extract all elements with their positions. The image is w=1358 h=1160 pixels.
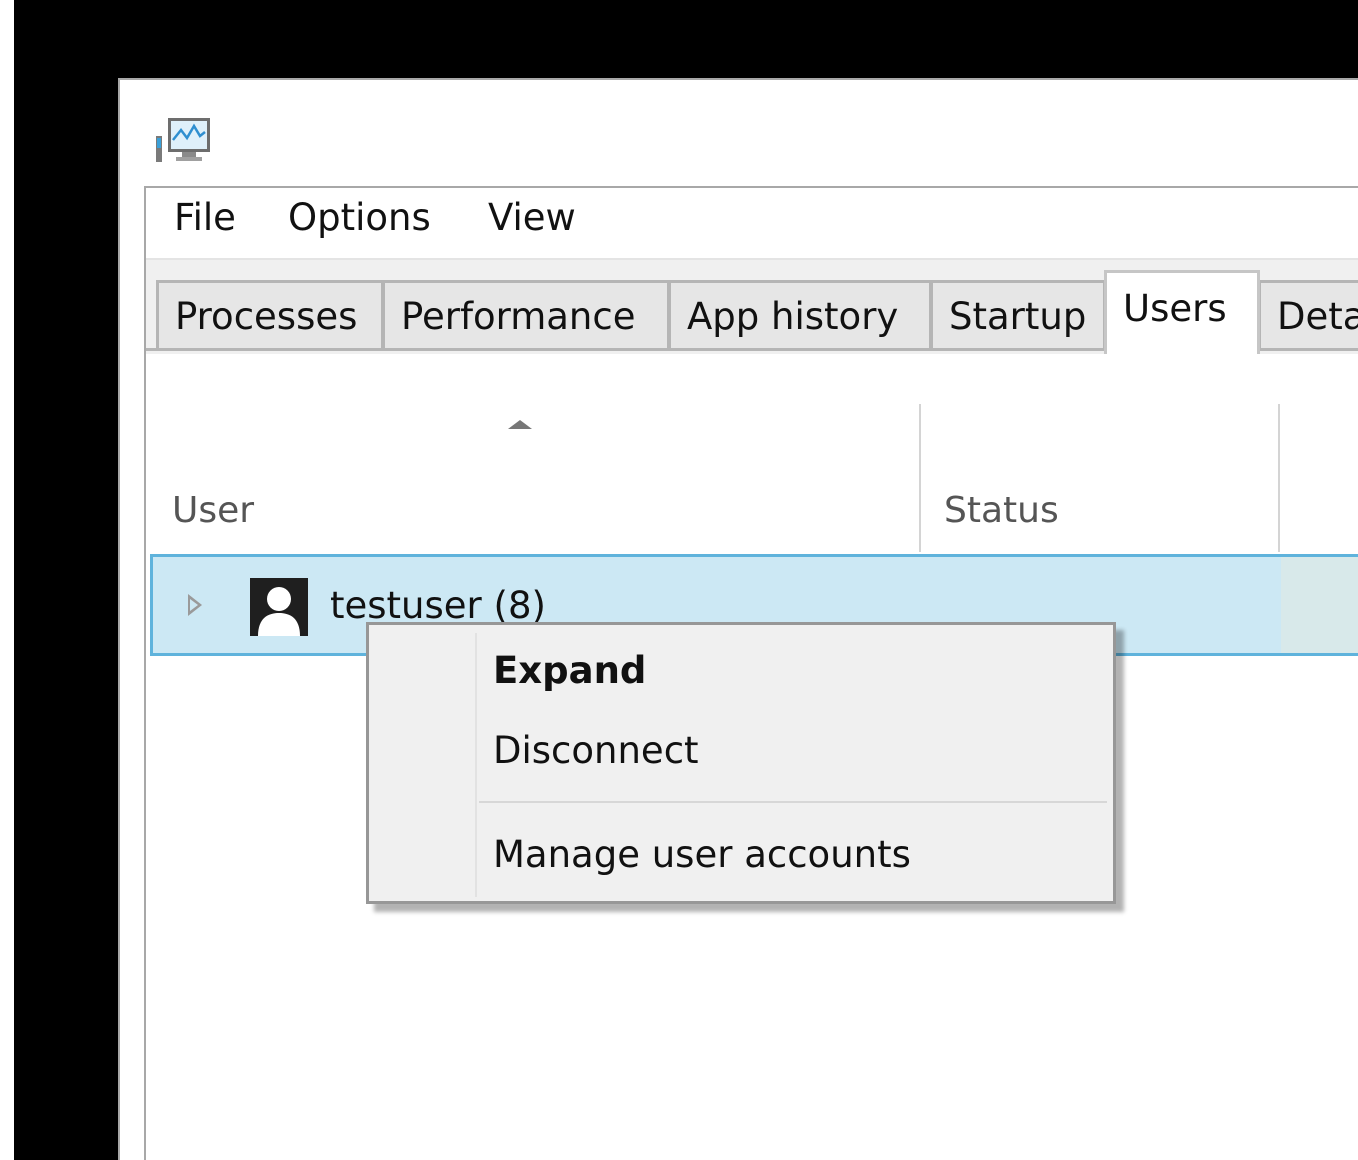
context-menu: Expand Disconnect Manage user accounts xyxy=(366,622,1116,904)
column-header-user[interactable]: User xyxy=(172,490,254,531)
tab-details[interactable]: Deta xyxy=(1258,280,1358,350)
row-cell-shade xyxy=(1281,557,1358,653)
sort-ascending-icon xyxy=(508,420,532,429)
menu-options[interactable]: Options xyxy=(282,196,437,239)
user-name: testuser (8) xyxy=(330,584,546,627)
context-menu-disconnect[interactable]: Disconnect xyxy=(493,729,699,772)
column-divider[interactable] xyxy=(1278,404,1280,552)
user-avatar-icon xyxy=(250,578,308,636)
context-menu-separator xyxy=(479,801,1107,803)
expand-triangle-inner xyxy=(190,599,198,611)
column-divider[interactable] xyxy=(919,404,921,552)
menu-view[interactable]: View xyxy=(482,196,582,239)
screen-edge xyxy=(0,0,14,1160)
column-header-status[interactable]: Status xyxy=(944,490,1059,531)
tab-performance[interactable]: Performance xyxy=(382,280,670,350)
menu-bar: File Options View xyxy=(146,188,1358,258)
context-menu-manage-user-accounts[interactable]: Manage user accounts xyxy=(493,833,911,876)
desktop-background-top xyxy=(0,0,1358,78)
menu-file[interactable]: File xyxy=(168,196,242,239)
tab-users[interactable]: Users xyxy=(1104,270,1260,354)
tab-app-history[interactable]: App history xyxy=(668,280,932,350)
screen: File Options View Processes Performance … xyxy=(0,0,1358,1160)
context-menu-gutter xyxy=(475,633,477,897)
desktop-background-left xyxy=(0,0,118,1160)
tab-processes[interactable]: Processes xyxy=(156,280,384,350)
task-manager-monitor-icon xyxy=(156,118,210,162)
title-bar[interactable] xyxy=(120,80,1358,184)
tab-startup[interactable]: Startup xyxy=(930,280,1106,350)
context-menu-expand[interactable]: Expand xyxy=(493,649,646,692)
